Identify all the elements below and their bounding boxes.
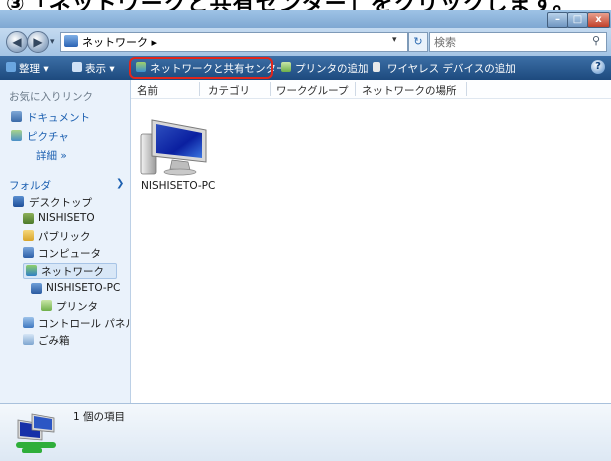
back-button[interactable]: ◀: [6, 31, 28, 53]
item-nishiseto-pc-label[interactable]: NISHISETO-PC: [141, 180, 215, 192]
tree-item-recycle-bin[interactable]: ごみ箱: [38, 333, 70, 348]
network-computers-icon: [16, 413, 56, 453]
control-panel-icon: [23, 317, 34, 328]
tree-item-printers[interactable]: プリンタ: [56, 299, 98, 314]
favorite-link-documents[interactable]: ドキュメント: [27, 110, 90, 125]
public-folder-icon: [23, 230, 34, 241]
add-printer-button[interactable]: プリンタの追加: [295, 61, 369, 76]
refresh-button[interactable]: ↻: [408, 32, 428, 52]
organize-button[interactable]: 整理 ▾: [19, 61, 49, 76]
item-count: 1 個の項目: [73, 411, 126, 423]
maximize-button[interactable]: □: [567, 12, 588, 28]
search-placeholder: 検索: [434, 36, 456, 49]
printer-icon: [281, 62, 291, 72]
pc-icon: [31, 283, 42, 294]
minimize-button[interactable]: –: [547, 12, 568, 28]
tree-item-network[interactable]: ネットワーク: [41, 264, 104, 279]
tree-item-nishiseto[interactable]: NISHISETO: [38, 212, 95, 224]
column-divider[interactable]: [199, 82, 200, 96]
search-icon[interactable]: ⚲: [592, 34, 600, 47]
recycle-bin-icon: [23, 334, 34, 345]
forward-button[interactable]: ▶: [27, 31, 49, 53]
computer-icon[interactable]: [138, 116, 210, 176]
title-bar[interactable]: [0, 10, 611, 28]
tree-item-desktop[interactable]: デスクトップ: [29, 195, 92, 210]
network-icon: [26, 265, 37, 276]
printer-icon: [41, 300, 52, 311]
close-button[interactable]: x: [587, 12, 610, 28]
wireless-device-icon: [373, 62, 380, 72]
column-header-workgroup[interactable]: ワークグループ: [276, 83, 348, 98]
favorites-header: お気に入りリンク: [9, 91, 93, 103]
column-header-network-location[interactable]: ネットワークの場所: [362, 83, 457, 98]
column-divider[interactable]: [466, 82, 467, 96]
view-icon: [72, 62, 82, 72]
view-button[interactable]: 表示 ▾: [85, 61, 115, 76]
tree-item-control-panel[interactable]: コントロール パネル: [38, 316, 130, 331]
tree-item-nishiseto-pc[interactable]: NISHISETO-PC: [46, 282, 120, 294]
computer-icon: [23, 247, 34, 258]
tree-item-public[interactable]: パブリック: [38, 229, 91, 244]
tree-item-computer[interactable]: コンピュータ: [38, 246, 101, 261]
recent-pages-chevron-icon[interactable]: ▾: [50, 37, 55, 47]
caption-strip: ③「ネットワークと共有センター」をクリックします。: [0, 0, 611, 10]
help-icon[interactable]: ?: [591, 60, 605, 74]
column-divider[interactable]: [355, 82, 356, 96]
network-icon: [64, 35, 78, 47]
favorite-link-pictures[interactable]: ピクチャ: [27, 129, 69, 144]
caption-text: ③「ネットワークと共有センター」をクリックします。: [6, 0, 575, 10]
column-header-name[interactable]: 名前: [137, 83, 158, 98]
address-dropdown-icon[interactable]: ▾: [392, 35, 397, 45]
column-divider[interactable]: [270, 82, 271, 96]
folders-header[interactable]: フォルダ: [9, 178, 51, 193]
add-wireless-device-button[interactable]: ワイヤレス デバイスの追加: [387, 61, 516, 76]
highlight-box: [129, 57, 273, 79]
pictures-icon: [11, 130, 22, 141]
documents-icon: [11, 111, 22, 122]
folders-chevron-icon[interactable]: ❯: [116, 178, 124, 189]
favorite-link-more[interactable]: 詳細 »: [36, 148, 67, 163]
organize-icon: [6, 62, 16, 72]
user-folder-icon: [23, 213, 34, 224]
column-header-category[interactable]: カテゴリ: [208, 83, 250, 98]
address-path[interactable]: ネットワーク ▸: [82, 34, 157, 50]
desktop-icon: [13, 196, 24, 207]
